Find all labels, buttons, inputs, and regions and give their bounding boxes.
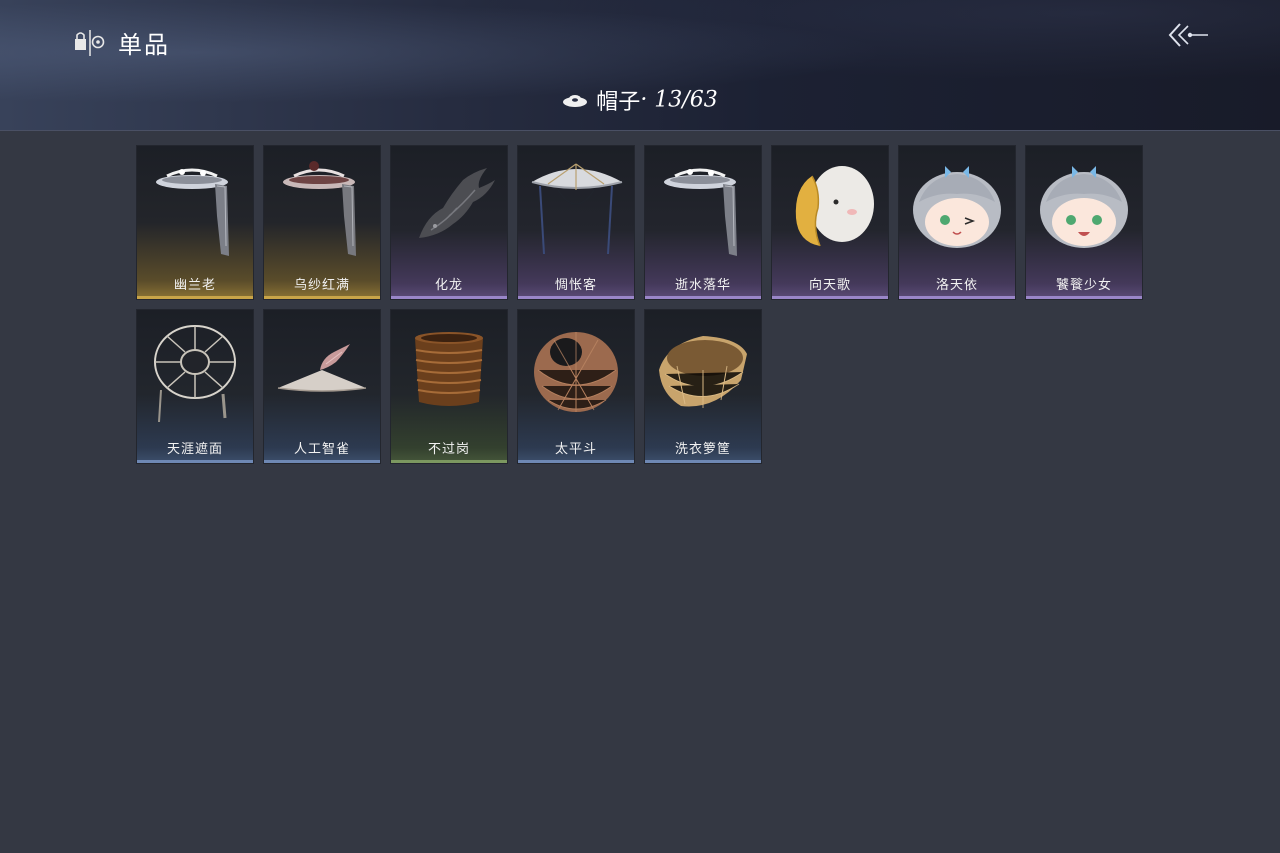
item-card[interactable]: 化龙 <box>390 145 508 300</box>
item-name: 太平斗 <box>554 442 597 457</box>
item-card[interactable]: 洗衣箩筐 <box>644 309 762 464</box>
item-card[interactable]: 天涯遮面 <box>136 309 254 464</box>
item-card[interactable]: 幽兰老 <box>136 145 254 300</box>
quality-strip <box>391 296 507 299</box>
quality-strip <box>391 460 507 463</box>
quality-strip <box>518 296 634 299</box>
quality-strip <box>264 296 380 299</box>
category-label: 帽子 <box>596 90 641 115</box>
top-bar: 单品 帽子· 13/63 <box>0 0 1280 131</box>
item-name: 乌纱红满 <box>293 278 350 293</box>
item-name: 幽兰老 <box>173 278 216 293</box>
item-name: 逝水落华 <box>674 278 731 293</box>
bamboo-hat-icon <box>531 163 623 255</box>
item-card[interactable]: 饕餮少女 <box>1025 145 1143 300</box>
item-card[interactable]: 向天歌 <box>771 145 889 300</box>
item-name: 天涯遮面 <box>166 442 223 457</box>
luo-tianyi-smile-plush-icon <box>1040 166 1128 248</box>
quality-strip <box>137 296 253 299</box>
category-header: 帽子· 13/63 <box>0 84 1280 118</box>
item-card[interactable]: 不过岗 <box>390 309 508 464</box>
item-card[interactable]: 逝水落华 <box>644 145 762 300</box>
quality-strip <box>137 460 253 463</box>
item-card[interactable]: 惆怅客 <box>517 145 635 300</box>
item-name: 饕餮少女 <box>1055 278 1112 293</box>
dragon-head-icon <box>419 168 495 238</box>
quality-strip <box>645 296 761 299</box>
bird-hat-icon <box>277 344 367 392</box>
hat-category-icon <box>563 95 588 107</box>
wardrobe-section-icon <box>75 30 105 56</box>
wicker-frame-hat-icon <box>154 325 236 423</box>
back-arrow-icon[interactable] <box>1166 20 1212 50</box>
quality-strip <box>899 296 1015 299</box>
woven-basket-hat-icon <box>534 332 618 412</box>
luo-tianyi-plush-icon <box>913 166 1001 248</box>
quality-strip <box>264 460 380 463</box>
bowl-stack-icon <box>415 332 483 406</box>
item-name: 洛天依 <box>935 278 978 293</box>
item-card[interactable]: 太平斗 <box>517 309 635 464</box>
item-card[interactable]: 洛天依 <box>898 145 1016 300</box>
veiled-hat-icon <box>156 168 229 256</box>
quality-strip <box>645 460 761 463</box>
item-name: 惆怅客 <box>554 278 597 293</box>
quality-strip <box>1026 296 1142 299</box>
item-card[interactable]: 乌纱红满 <box>263 145 381 300</box>
category-count: · 13/63 <box>640 87 718 113</box>
quality-strip <box>772 296 888 299</box>
veiled-hat-icon <box>664 168 737 256</box>
item-name: 洗衣箩筐 <box>674 442 731 457</box>
item-card[interactable]: 人工智雀 <box>263 309 381 464</box>
item-name: 人工智雀 <box>293 442 350 457</box>
item-name: 化龙 <box>434 278 463 293</box>
item-name: 不过岗 <box>427 442 470 457</box>
quality-strip <box>518 460 634 463</box>
laundry-basket-icon <box>659 336 747 408</box>
item-name: 向天歌 <box>808 278 851 293</box>
section-title: 单品 <box>118 31 170 59</box>
veiled-hat-red-icon <box>283 161 356 256</box>
goose-plush-hat-icon <box>795 166 874 247</box>
